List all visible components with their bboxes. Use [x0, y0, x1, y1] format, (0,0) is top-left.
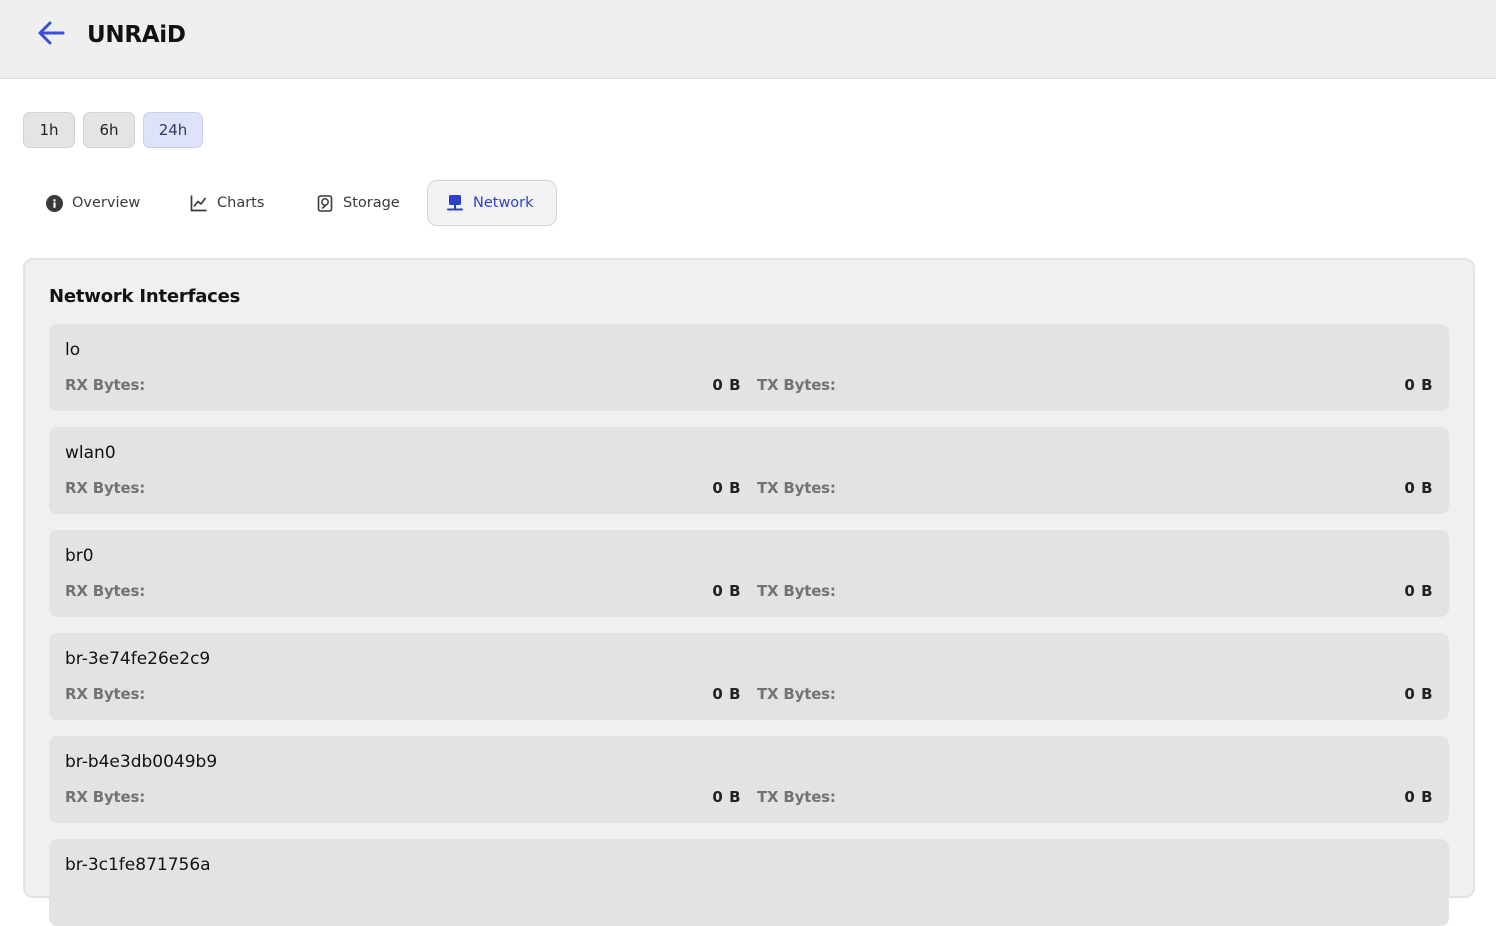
rx-label: RX Bytes: [65, 788, 146, 806]
info-icon [45, 194, 63, 212]
interface-name: br-3e74fe26e2c9 [65, 649, 211, 669]
tx-label: TX Bytes: [757, 376, 836, 394]
interface-name: br-b4e3db0049b9 [65, 752, 218, 772]
tab-overview-label: Overview [72, 195, 141, 211]
tab-storage[interactable]: Storage [298, 180, 418, 226]
rx-label: RX Bytes: [65, 479, 146, 497]
rx-label: RX Bytes: [65, 376, 146, 394]
tab-charts[interactable]: Charts [172, 180, 282, 226]
range-button-24h[interactable]: 24h [143, 112, 203, 148]
interface-name: wlan0 [65, 443, 116, 463]
tab-overview[interactable]: Overview [27, 180, 158, 226]
network-interfaces-panel: Network Interfaces lo RX Bytes: 0 B TX B… [23, 258, 1475, 926]
arrow-left-icon [35, 17, 67, 53]
app-header: UNRAiD [0, 0, 1496, 79]
tx-value: 0 B [1404, 479, 1433, 497]
rx-value: 0 B [712, 479, 741, 497]
tx-value: 0 B [1404, 582, 1433, 600]
interface-card: br-3c1fe871756a [49, 839, 1449, 926]
interface-card: br-b4e3db0049b9 RX Bytes: 0 B TX Bytes: … [49, 736, 1449, 823]
interface-card: wlan0 RX Bytes: 0 B TX Bytes: 0 B [49, 427, 1449, 514]
tx-label: TX Bytes: [757, 479, 836, 497]
rx-value: 0 B [712, 376, 741, 394]
range-button-1h[interactable]: 1h [23, 112, 75, 148]
interface-name: br0 [65, 546, 94, 566]
app-title: UNRAiD [87, 22, 186, 48]
rx-label: RX Bytes: [65, 685, 146, 703]
tab-storage-label: Storage [343, 195, 400, 211]
tab-network-label: Network [473, 195, 534, 211]
interface-card: lo RX Bytes: 0 B TX Bytes: 0 B [49, 324, 1449, 411]
rx-label: RX Bytes: [65, 582, 146, 600]
interface-card: br0 RX Bytes: 0 B TX Bytes: 0 B [49, 530, 1449, 617]
back-button[interactable] [33, 17, 69, 53]
tab-network[interactable]: Network [427, 180, 557, 226]
tx-label: TX Bytes: [757, 685, 836, 703]
tx-label: TX Bytes: [757, 788, 836, 806]
tx-value: 0 B [1404, 376, 1433, 394]
interface-card: br-3e74fe26e2c9 RX Bytes: 0 B TX Bytes: … [49, 633, 1449, 720]
tab-charts-label: Charts [217, 195, 265, 211]
tx-value: 0 B [1404, 788, 1433, 806]
line-chart-icon [190, 194, 208, 212]
hard-drive-icon [316, 194, 334, 212]
tx-label: TX Bytes: [757, 582, 836, 600]
rx-value: 0 B [712, 788, 741, 806]
network-icon [446, 194, 464, 212]
panel-title: Network Interfaces [49, 286, 241, 307]
tx-value: 0 B [1404, 685, 1433, 703]
interface-name: br-3c1fe871756a [65, 855, 211, 875]
range-button-6h[interactable]: 6h [83, 112, 135, 148]
interface-name: lo [65, 340, 81, 360]
rx-value: 0 B [712, 582, 741, 600]
rx-value: 0 B [712, 685, 741, 703]
